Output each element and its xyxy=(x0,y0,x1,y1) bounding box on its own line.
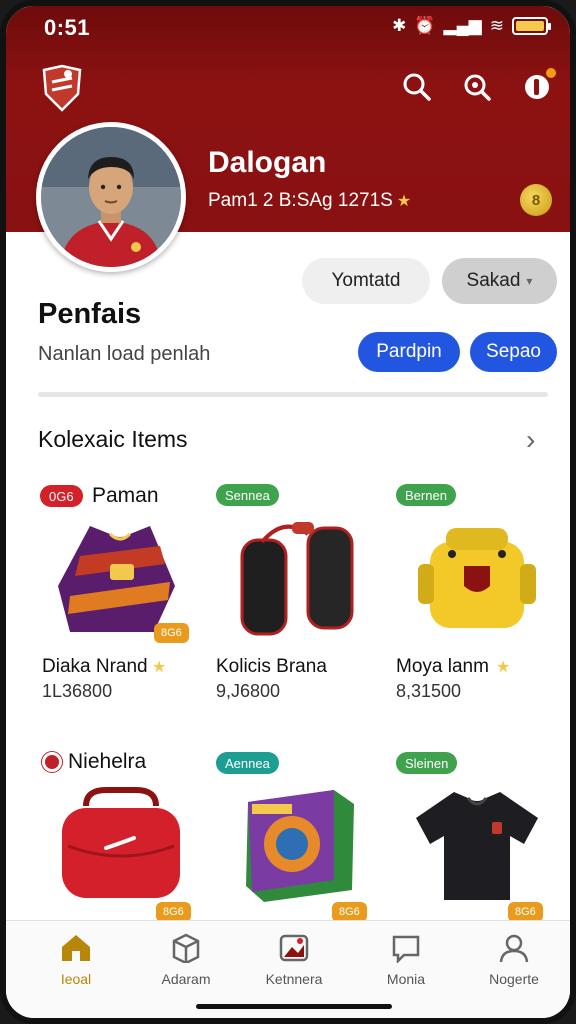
item-name: Diaka Nrand xyxy=(42,656,148,677)
item-price: 1L36800 xyxy=(42,681,113,701)
shirt-image xyxy=(416,792,538,900)
coin-icon[interactable]: 8 xyxy=(520,184,552,216)
profile-subtitle: Nanlan load penlah xyxy=(38,343,211,365)
divider xyxy=(38,392,548,397)
profile-stats-text: Pam1 2 B:SAg 1271S xyxy=(208,190,393,211)
nav-label: Nogerte xyxy=(489,971,539,987)
star-icon: ★ xyxy=(152,659,167,676)
phone-screen: 0:51 ✱ ⏰ ▂▄▆ ≋ Dalogan Pam1 2 B:SAg 1271… xyxy=(0,0,576,1024)
backpack-image xyxy=(418,528,536,628)
nav-label: Monia xyxy=(386,971,426,987)
row-label: Paman xyxy=(92,484,159,507)
star-icon: ★ xyxy=(496,659,511,676)
nav-label: Ketnnera xyxy=(265,971,323,987)
club-icon xyxy=(42,752,62,772)
primary-button[interactable]: Pardpin xyxy=(358,332,460,372)
coin-label: 8 xyxy=(531,191,541,209)
nav-item-messages[interactable]: Monia xyxy=(356,933,456,987)
profile-name: Dalogan xyxy=(208,146,327,179)
price-badge: 8G6 xyxy=(156,902,191,922)
item-tag: Sennea xyxy=(216,484,279,506)
follow-button[interactable]: Yomtatd xyxy=(302,258,430,304)
battery-icon xyxy=(512,17,551,35)
status-time: 0:51 xyxy=(44,15,91,40)
select-label: Sakad xyxy=(466,270,521,291)
row2-label: Niehelra xyxy=(68,750,147,773)
collection-item[interactable]: 8G6 xyxy=(40,776,210,922)
item-tag: Bernen xyxy=(396,484,456,506)
follow-label: Yomtatd xyxy=(331,270,401,291)
status-icons: ✱ ⏰ ▂▄▆ ≋ xyxy=(392,16,551,36)
notification-badge xyxy=(544,66,558,80)
club-logo[interactable] xyxy=(40,64,84,112)
status-bar: 0:51 ✱ ⏰ ▂▄▆ ≋ xyxy=(6,6,570,50)
profile-title: Penfais xyxy=(38,298,142,330)
bag-image xyxy=(62,787,180,898)
select-dropdown[interactable]: Sakad ▾ xyxy=(442,258,557,304)
collection-item[interactable]: Sleinen 8G6 xyxy=(392,752,562,922)
price-badge: 8G6 xyxy=(332,902,367,922)
profile-stats: Pam1 2 B:SAg 1271S ★ xyxy=(208,190,411,212)
chevron-right-icon[interactable]: › xyxy=(526,424,535,456)
collection-item[interactable]: Bernen Moya lanm ★ 8,31500 xyxy=(392,484,562,706)
price-badge: 8G6 xyxy=(154,623,189,643)
nav-item-profile[interactable]: Nogerte xyxy=(464,933,564,987)
avatar[interactable] xyxy=(36,122,186,272)
box-icon xyxy=(172,933,200,963)
row-badge: 0G6 xyxy=(40,485,83,507)
item-name: Moya lanm xyxy=(396,656,489,677)
chat-icon xyxy=(392,935,420,963)
item-tag: Sleinen xyxy=(396,752,458,774)
gallery-icon xyxy=(279,934,309,962)
star-icon: ★ xyxy=(396,193,412,210)
item-tag: Aennea xyxy=(216,752,279,774)
nav-label: Ieoal xyxy=(60,971,92,987)
bluetooth-icon: ✱ xyxy=(392,16,407,35)
wifi-icon: ≋ xyxy=(489,16,504,35)
secondary-button[interactable]: Sepao xyxy=(470,332,557,372)
signal-icon: ▂▄▆ xyxy=(443,16,482,35)
item-price: 8,31500 xyxy=(396,681,462,701)
secondary-button-label: Sepao xyxy=(486,341,541,362)
home-indicator[interactable] xyxy=(196,1004,392,1009)
alarm-icon: ⏰ xyxy=(414,16,436,35)
gloves-image xyxy=(240,522,354,636)
person-icon xyxy=(499,934,529,963)
nav-item-home[interactable]: Ieoal xyxy=(26,933,126,987)
collection-item[interactable]: 8G6 Diaka Nrand ★ 1L36800 xyxy=(40,506,210,706)
home-icon xyxy=(62,935,90,961)
item-price: 9,J6800 xyxy=(216,681,281,701)
collection-title: Kolexaic Items xyxy=(38,426,188,452)
item-name: Kolicis Brana xyxy=(216,656,327,677)
box-image xyxy=(246,790,354,902)
nav-item-catalog[interactable]: Adaram xyxy=(136,933,236,987)
collection-item[interactable]: Sennea Kolicis Brana 9,J6800 xyxy=(212,484,382,706)
primary-button-label: Pardpin xyxy=(376,341,442,362)
chevron-down-icon: ▾ xyxy=(526,274,533,288)
nav-item-collection[interactable]: Ketnnera xyxy=(244,933,344,987)
price-badge: 8G6 xyxy=(508,902,543,922)
scan-search-icon[interactable] xyxy=(460,70,494,104)
collection-item[interactable]: Aennea 8G6 xyxy=(212,752,382,922)
notification-icon[interactable] xyxy=(520,66,558,104)
search-icon[interactable] xyxy=(400,70,434,104)
nav-label: Adaram xyxy=(161,971,211,987)
